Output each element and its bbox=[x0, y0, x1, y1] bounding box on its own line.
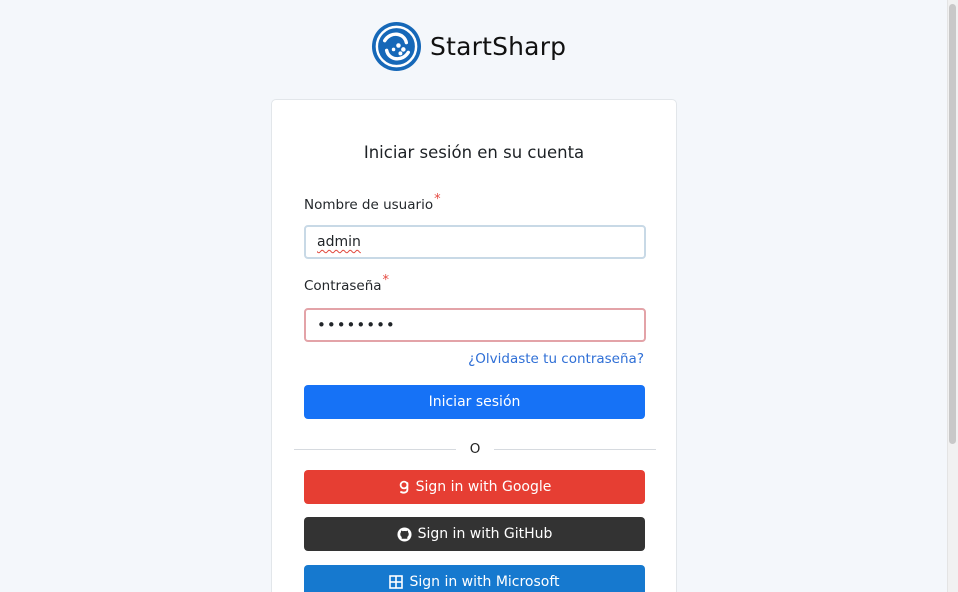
username-value: admin bbox=[317, 234, 361, 250]
divider-line bbox=[294, 448, 456, 450]
startsharp-logo-icon bbox=[371, 21, 422, 71]
or-divider: O bbox=[294, 440, 657, 458]
login-title: Iniciar sesión en su cuenta bbox=[363, 143, 585, 162]
microsoft-icon bbox=[389, 575, 404, 589]
username-label: Nombre de usuario* bbox=[304, 192, 441, 213]
google-icon bbox=[398, 480, 410, 494]
required-marker: * bbox=[382, 273, 390, 288]
login-card: Iniciar sesión en su cuenta Nombre de us… bbox=[271, 99, 677, 592]
microsoft-signin-button[interactable]: Sign in with Microsoft bbox=[304, 565, 645, 592]
password-label: Contraseña* bbox=[304, 273, 389, 294]
github-icon bbox=[397, 526, 412, 542]
or-text: O bbox=[469, 441, 481, 457]
microsoft-signin-label: Sign in with Microsoft bbox=[409, 574, 560, 590]
google-signin-button[interactable]: Sign in with Google bbox=[304, 470, 645, 504]
github-signin-label: Sign in with GitHub bbox=[417, 526, 553, 542]
login-button-label: Iniciar sesión bbox=[428, 394, 521, 410]
divider-line bbox=[494, 448, 657, 450]
vertical-scrollbar[interactable] bbox=[947, 0, 958, 592]
login-button[interactable]: Iniciar sesión bbox=[304, 385, 645, 419]
password-field[interactable]: •••••••• bbox=[304, 308, 646, 342]
brand-header: StartSharp bbox=[371, 20, 566, 72]
google-signin-label: Sign in with Google bbox=[415, 479, 552, 495]
login-page: StartSharp Iniciar sesión en su cuenta N… bbox=[0, 0, 958, 592]
required-marker: * bbox=[434, 192, 441, 207]
forgot-password-link[interactable]: ¿Olvidaste tu contraseña? bbox=[468, 351, 644, 367]
scrollbar-thumb[interactable] bbox=[949, 4, 956, 444]
username-field[interactable]: admin bbox=[304, 225, 646, 259]
github-signin-button[interactable]: Sign in with GitHub bbox=[304, 517, 645, 551]
username-label-text: Nombre de usuario bbox=[304, 197, 434, 213]
brand-name: StartSharp bbox=[430, 31, 567, 61]
password-value: •••••••• bbox=[317, 316, 396, 334]
password-label-text: Contraseña bbox=[304, 278, 382, 294]
